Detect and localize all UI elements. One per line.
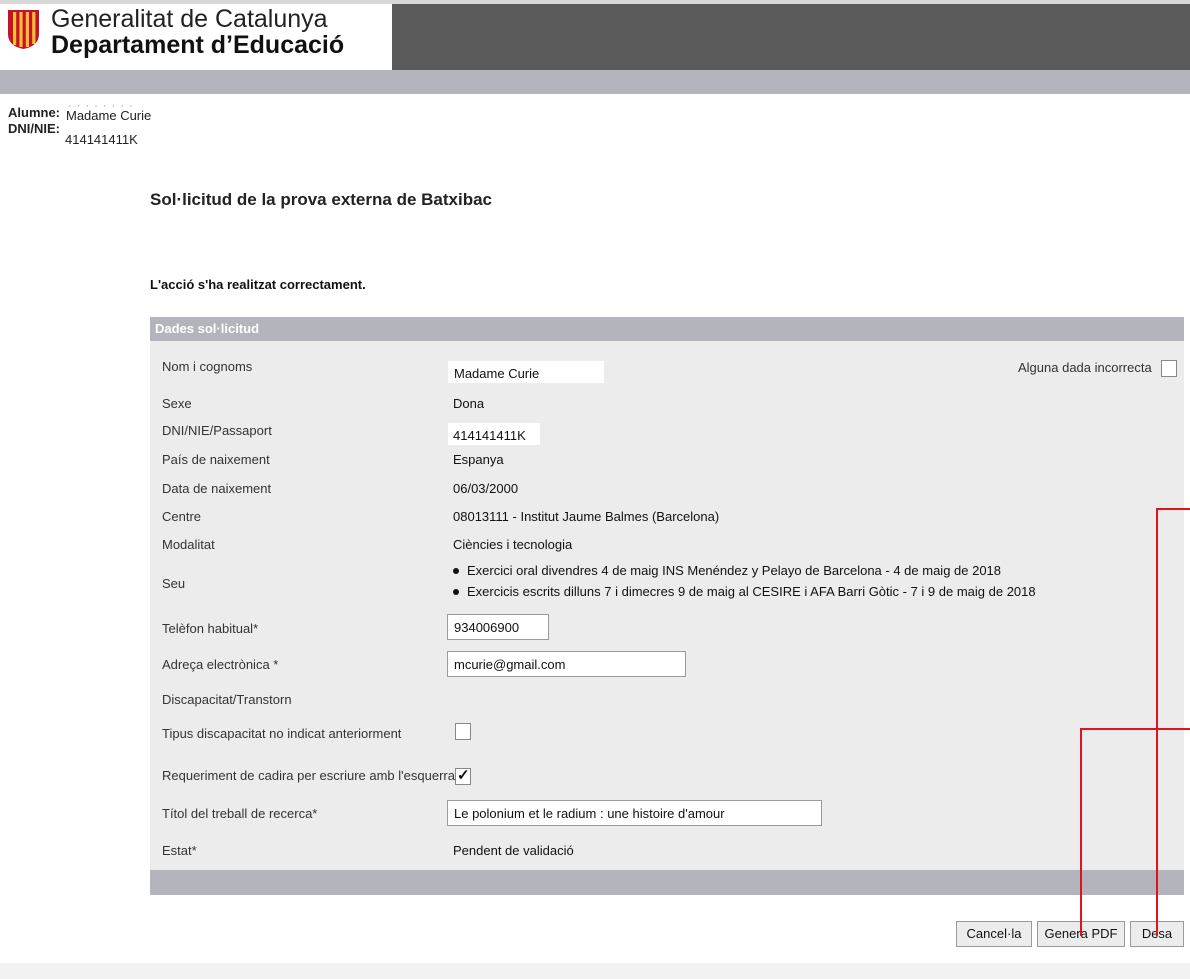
page-footer — [0, 963, 1190, 979]
email-input[interactable] — [447, 651, 686, 677]
student-label: Alumne: — [8, 105, 60, 120]
generalitat-logo-icon — [8, 10, 39, 49]
student-dni: 414141411K — [65, 132, 138, 147]
bullet-icon — [453, 589, 459, 595]
header-dark-band — [392, 4, 1190, 70]
centre-label: Centre — [162, 509, 202, 524]
cancel-button[interactable]: Cancel·la — [956, 921, 1032, 947]
disability-type-label: Tipus discapacitat no indicat anteriorme… — [162, 726, 402, 741]
birthdate-value: 06/03/2000 — [453, 481, 519, 496]
sex-value: Dona — [453, 396, 485, 411]
dni-label: DNI/NIE: — [8, 121, 60, 136]
country-label: País de naixement — [162, 452, 270, 467]
student-name: Madame Curie — [66, 108, 152, 123]
venue-label: Seu — [162, 576, 186, 591]
document-value: 414141411K — [453, 428, 526, 443]
annotation-line — [1156, 509, 1158, 936]
disability-type-checkbox[interactable] — [455, 723, 471, 740]
section-title: Dades sol·licitud — [155, 321, 260, 336]
success-message: L'acció s'ha realitzat correctament. — [150, 277, 366, 292]
left-hand-chair-checkbox[interactable]: ✓ — [455, 767, 471, 785]
modality-value: Ciències i tecnologia — [453, 537, 573, 552]
document-label: DNI/NIE/Passaport — [162, 423, 272, 438]
checkmark-icon: ✓ — [457, 767, 470, 784]
section-footer-bar — [150, 870, 1184, 895]
form-panel — [150, 341, 1184, 870]
research-title-input[interactable] — [447, 800, 822, 826]
incorrect-data-checkbox[interactable] — [1161, 360, 1177, 377]
annotation-line — [1080, 728, 1190, 730]
venue-item: Exercicis escrits dilluns 7 i dimecres 9… — [467, 584, 1036, 599]
left-hand-chair-label: Requeriment de cadira per escriure amb l… — [162, 768, 455, 783]
status-label: Estat* — [162, 843, 197, 858]
section-header-bar — [150, 317, 1184, 341]
header-subbar — [0, 70, 1190, 94]
department-name: Departament d’Educació — [51, 31, 345, 59]
phone-input[interactable] — [447, 614, 549, 640]
phone-label: Telèfon habitual* — [162, 621, 259, 636]
sex-label: Sexe — [162, 396, 192, 411]
incorrect-data-label: Alguna dada incorrecta — [1018, 360, 1152, 375]
name-value: Madame Curie — [454, 366, 540, 381]
annotation-line — [1156, 508, 1190, 510]
country-value: Espanya — [453, 452, 504, 467]
government-name: Generalitat de Catalunya — [51, 5, 328, 33]
bullet-icon — [453, 568, 459, 574]
venue-item: Exercici oral divendres 4 de maig INS Me… — [467, 563, 1002, 578]
annotation-line — [1080, 729, 1082, 936]
centre-value: 08013111 - Institut Jaume Balmes (Barcel… — [453, 509, 720, 524]
email-label: Adreça electrònica * — [162, 657, 279, 672]
birthdate-label: Data de naixement — [162, 481, 272, 496]
page-title: Sol·licitud de la prova externa de Batxi… — [150, 190, 492, 209]
name-label: Nom i cognoms — [162, 359, 253, 374]
disability-label: Discapacitat/Transtorn — [162, 692, 292, 707]
research-title-label: Títol del treball de recerca* — [162, 806, 318, 821]
modality-label: Modalitat — [162, 537, 215, 552]
status-value: Pendent de validació — [453, 843, 574, 858]
